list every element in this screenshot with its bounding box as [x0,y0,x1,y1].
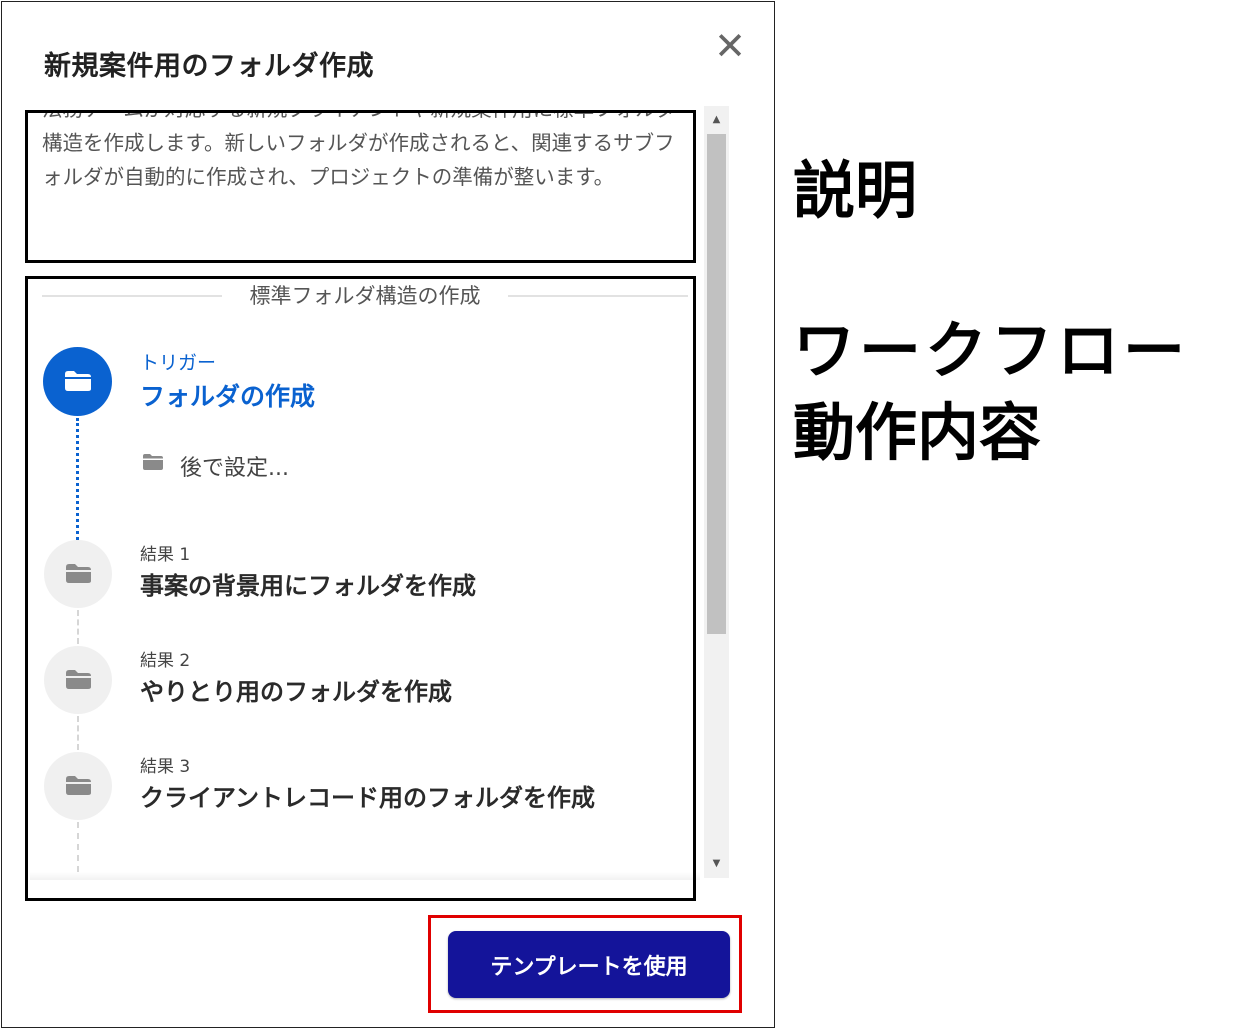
folder-icon [143,454,163,470]
result-3-label: 結果 3 [140,757,191,777]
step-connector [77,822,79,872]
result-2-title[interactable]: やりとり用のフォルダを作成 [140,671,630,713]
result-3-circle [44,752,112,820]
scroll-thumb[interactable] [707,134,726,634]
folder-icon [65,371,91,391]
result-2-label: 結果 2 [140,651,191,671]
description-text: 法務チームが対応する新規クライアントや新規案件用に標準フォルダ構造を作成します。… [42,110,676,189]
result-3-title[interactable]: クライアントレコード用のフォルダを作成 [140,777,630,819]
step-connector [77,716,79,750]
result-1-label: 結果 1 [140,545,191,565]
dialog-title: 新規案件用のフォルダ作成 [44,51,374,82]
scroll-up-icon[interactable]: ▲ [704,110,729,130]
scroll-down-icon[interactable]: ▼ [704,854,729,874]
result-2-circle [44,646,112,714]
step-connector [77,610,79,644]
folder-icon [66,776,91,795]
scroll-fade [30,872,700,880]
trigger-label: トリガー [140,352,217,374]
annotation-description-label: 説明 [793,154,918,227]
trigger-connector [76,418,79,540]
workflow-section-title: 標準フォルダ構造の作成 [235,284,495,308]
annotation-workflow-label: ワークフロー [793,314,1190,387]
trigger-setting-text: 後で設定... [180,456,289,481]
close-icon[interactable]: ✕ [710,26,750,66]
annotation-workflow-label-2: 動作内容 [793,396,1042,469]
use-template-button[interactable]: テンプレートを使用 [448,931,730,998]
trigger-title[interactable]: フォルダの作成 [140,377,315,413]
result-1-circle [44,540,112,608]
trigger-step-circle [43,347,112,416]
folder-icon [66,564,91,583]
scrollbar[interactable]: ▲ ▼ [704,106,729,878]
result-1-title[interactable]: 事案の背景用にフォルダを作成 [140,565,630,607]
folder-icon [66,670,91,689]
workflow-section-header: 標準フォルダ構造の作成 [42,280,688,310]
